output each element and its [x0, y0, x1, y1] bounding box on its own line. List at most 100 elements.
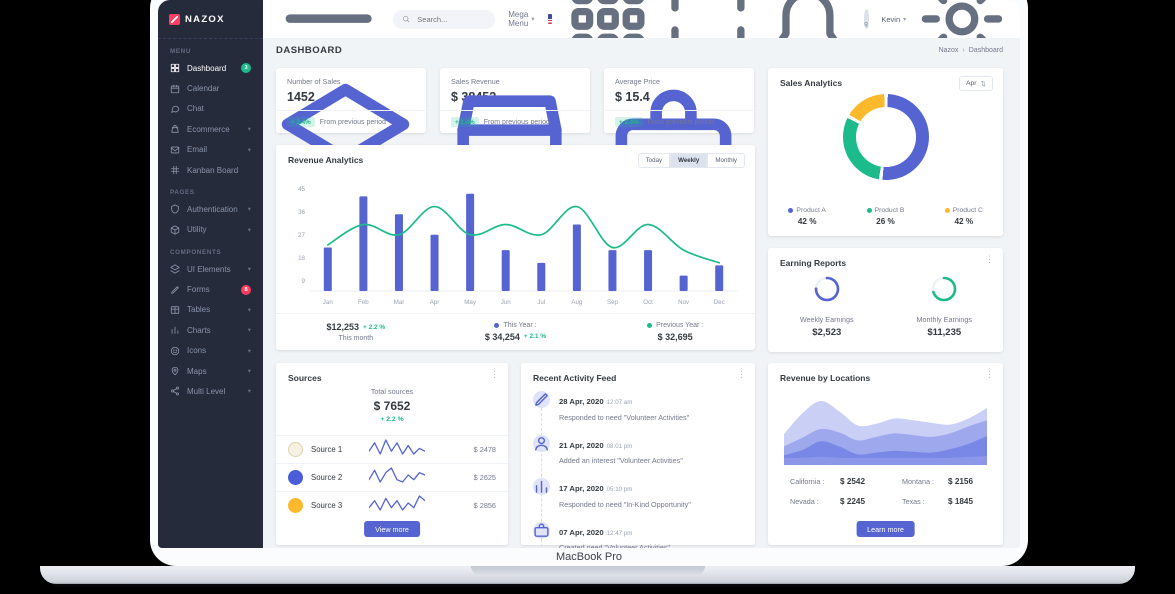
source-row-1[interactable]: Source 1 $ 2478 [276, 435, 508, 463]
source-2-sparkline [369, 465, 425, 490]
revenue-this-year: This Year : $ 34,254 + 2.1 % [436, 314, 596, 350]
previous-year-dot [647, 323, 652, 328]
svg-text:45: 45 [298, 186, 305, 193]
page-title: DASHBOARD [276, 45, 342, 56]
mega-menu-button[interactable]: Mega Menu [508, 10, 534, 28]
shopping-bag-icon [170, 124, 180, 134]
sidebar-item-maps[interactable]: Maps [158, 361, 263, 381]
sidebar-section-menu: MENU [158, 39, 263, 58]
pen-icon [170, 285, 180, 295]
device-label: MacBook Pro [556, 551, 622, 563]
breadcrumb-current: Dashboard [969, 47, 1003, 54]
sidebar-item-utility[interactable]: Utility [158, 220, 263, 240]
trend-badge: + 2.4% [287, 117, 315, 127]
legend-product-c: Product C 42 % [925, 207, 1003, 226]
svg-text:18: 18 [298, 255, 305, 262]
monthly-earnings: Monthly Earnings $11,235 [886, 274, 1004, 338]
sidebar-item-dashboard[interactable]: Dashboard 3 [158, 58, 263, 78]
logo-icon [169, 14, 180, 25]
stat-card-sales-revenue: Sales Revenue $ 38452 + 2.4% From previo… [440, 68, 590, 133]
breadcrumb-home[interactable]: Nazox [939, 47, 959, 54]
sidebar-item-chat[interactable]: Chat [158, 99, 263, 119]
svg-text:May: May [464, 299, 477, 306]
breadcrumb-separator: › [962, 47, 964, 54]
svg-text:Apr: Apr [430, 299, 440, 306]
sidebar-item-forms[interactable]: Forms 8 [158, 279, 263, 299]
person-icon [864, 21, 870, 29]
user-menu[interactable]: Kevin [881, 15, 906, 24]
svg-text:Oct: Oct [643, 299, 653, 306]
trend-badge: + 2.4% [615, 117, 643, 127]
page-header: DASHBOARD Nazox › Dashboard [276, 45, 1003, 56]
trend-badge: + 2.4% [451, 117, 479, 127]
kebab-menu-icon[interactable] [985, 370, 994, 379]
svg-text:Jun: Jun [501, 299, 512, 306]
tab-monthly[interactable]: Monthly [707, 153, 745, 168]
sidebar-item-multi-level[interactable]: Multi Level [158, 381, 263, 401]
revenue-analytics-title: Revenue Analytics [288, 155, 363, 165]
weekly-earnings: Weekly Earnings $2,523 [768, 274, 886, 338]
kebab-menu-icon[interactable] [985, 255, 994, 264]
chat-icon [170, 104, 180, 114]
revenue-analytics-card: Revenue Analytics Today Weekly Monthly 9… [276, 145, 755, 350]
sidebar-item-calendar[interactable]: Calendar [158, 78, 263, 98]
sidebar-item-email[interactable]: Email [158, 140, 263, 160]
legend-product-b: Product B 26 % [846, 207, 924, 226]
activity-item: 28 Apr, 202012:07 am Responded to need "… [533, 391, 745, 422]
sidebar-section-pages: PAGES [158, 180, 263, 199]
learn-more-button[interactable]: Learn more [856, 521, 915, 537]
revenue-this-month: $12,253 + 2.2 % This month [276, 314, 436, 350]
search-box[interactable] [393, 10, 495, 29]
forms-badge: 8 [241, 285, 251, 295]
sidebar-item-icons[interactable]: Icons [158, 341, 263, 361]
sidebar-item-ui-elements[interactable]: UI Elements [158, 259, 263, 279]
logo-text: NAZOX [185, 14, 225, 25]
tab-today[interactable]: Today [638, 153, 671, 168]
map-pin-icon [170, 366, 180, 376]
sidebar-item-kanban-board[interactable]: Kanban Board [158, 160, 263, 180]
sales-analytics-card: Sales Analytics Apr Product A 42 % Produ… [768, 68, 1003, 236]
kanban-icon [170, 165, 180, 175]
activity-item: 21 Apr, 202008:01 pm Added an interest "… [533, 435, 745, 466]
sources-card: Sources Total sources $ 7652 + 2.2 % Sou… [276, 363, 508, 545]
source-row-2[interactable]: Source 2 $ 2625 [276, 463, 508, 491]
search-input[interactable] [415, 14, 491, 25]
sidebar-item-authentication[interactable]: Authentication [158, 199, 263, 219]
svg-text:Jul: Jul [537, 299, 545, 306]
macbook-mockup: NAZOX MENU Dashboard 3 Calendar Chat [0, 0, 1175, 594]
weekly-earnings-radial [812, 274, 842, 309]
locations-area-chart [784, 391, 987, 470]
bar-chart-icon [533, 478, 550, 495]
view-more-button[interactable]: View more [364, 521, 420, 537]
box-icon [170, 225, 180, 235]
kebab-menu-icon[interactable] [737, 370, 746, 379]
share-icon [170, 386, 180, 396]
user-avatar[interactable] [864, 9, 870, 29]
svg-text:Mar: Mar [394, 299, 405, 306]
sidebar-item-tables[interactable]: Tables [158, 300, 263, 320]
svg-text:Nov: Nov [678, 299, 690, 306]
product-c-dot [945, 208, 950, 213]
kebab-menu-icon[interactable] [490, 370, 499, 379]
tab-weekly[interactable]: Weekly [670, 153, 707, 168]
sidebar-item-charts[interactable]: Charts [158, 320, 263, 340]
source-row-3[interactable]: Source 3 $ 2856 [276, 491, 508, 519]
app-logo[interactable]: NAZOX [158, 0, 263, 39]
revenue-locations-title: Revenue by Locations [780, 373, 870, 383]
user-icon [533, 435, 550, 452]
location-stats: California : $ 2542 Montana : $ 2156 Nev… [790, 477, 991, 506]
sidebar-item-ecommerce[interactable]: Ecommerce [158, 119, 263, 139]
source-2-icon [288, 470, 303, 485]
sales-analytics-title: Sales Analytics [780, 78, 842, 88]
period-select[interactable]: Apr [959, 76, 993, 91]
donut-legend: Product A 42 % Product B 26 % Product C … [768, 207, 1003, 226]
language-flag-icon[interactable] [548, 14, 552, 24]
recent-activity-feed-card: Recent Activity Feed 28 Apr, 202012:07 a… [521, 363, 755, 545]
envelope-icon [170, 145, 180, 155]
calendar-icon [170, 84, 180, 94]
revenue-summary: $12,253 + 2.2 % This month This Year : [276, 313, 755, 350]
sidebar: NAZOX MENU Dashboard 3 Calendar Chat [158, 0, 263, 548]
search-icon [402, 15, 410, 23]
activity-item: 17 Apr, 202005:10 pm Responded to need "… [533, 478, 745, 509]
laptop-base [40, 566, 1135, 584]
